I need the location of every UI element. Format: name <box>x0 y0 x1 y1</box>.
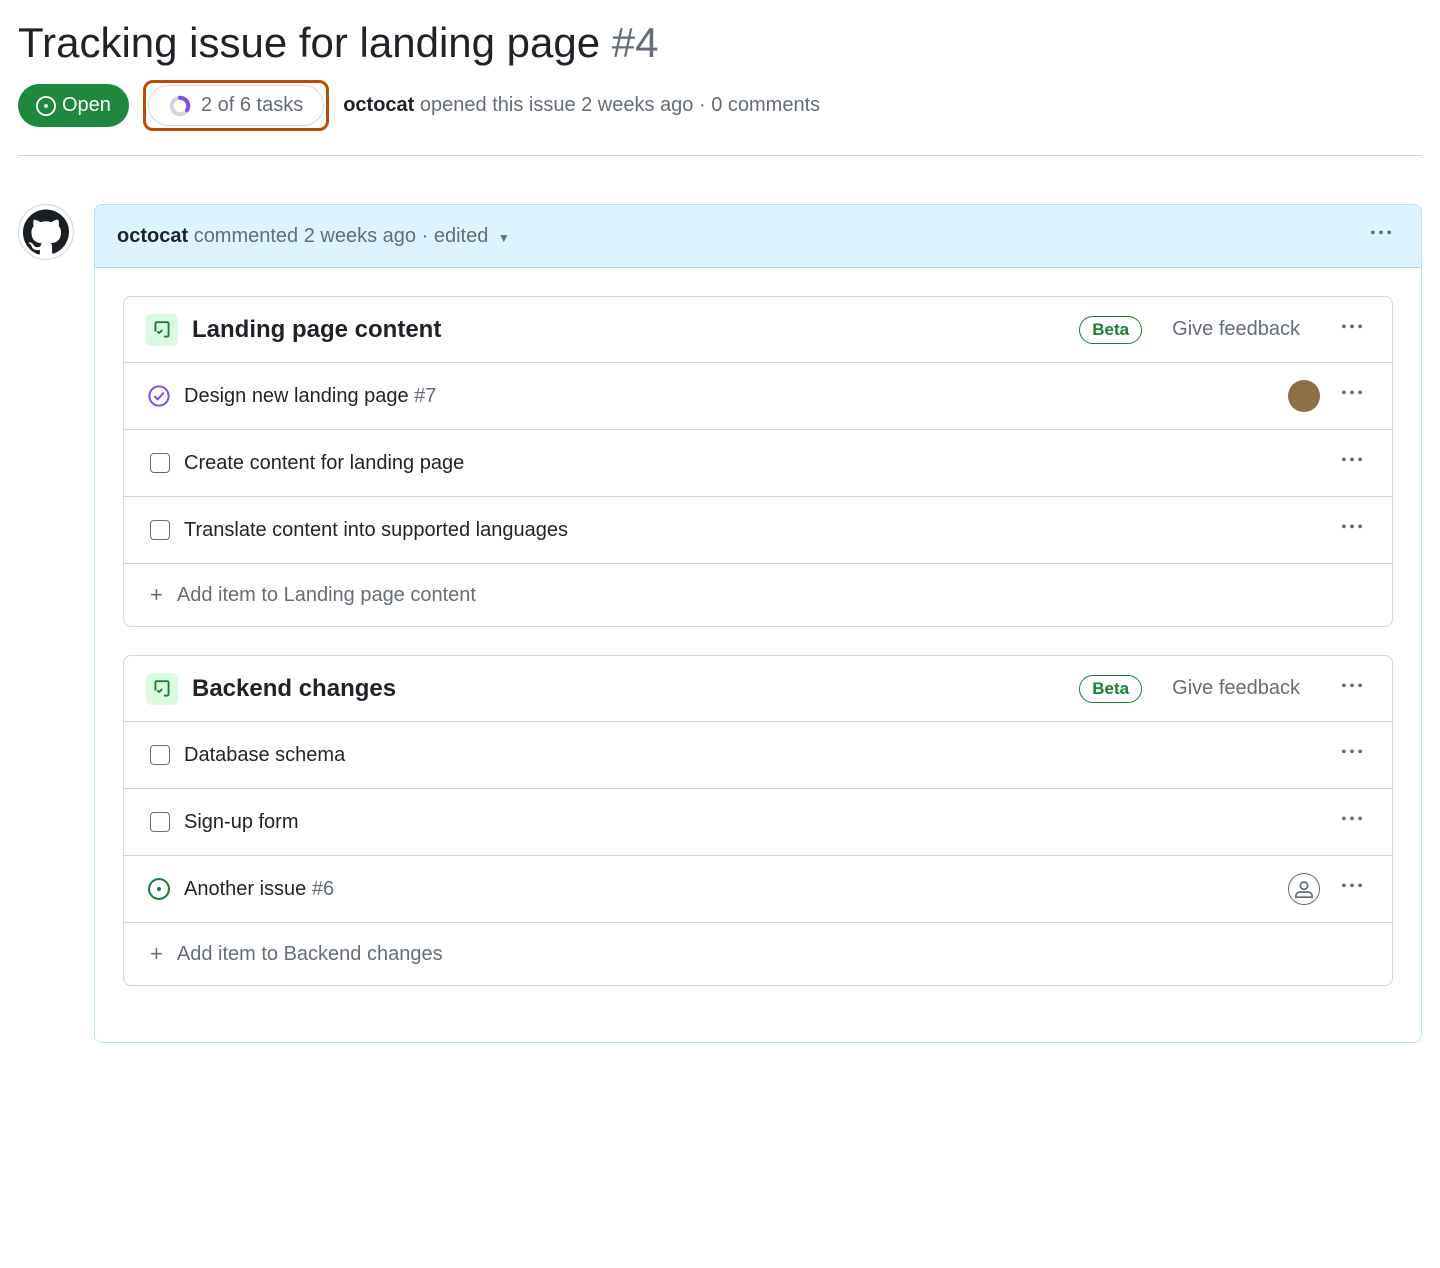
kebab-icon <box>1342 676 1362 696</box>
beta-badge: Beta <box>1079 675 1142 703</box>
tasklist-title: Landing page content <box>192 316 1065 344</box>
tasks-summary-text: 2 of 6 tasks <box>201 94 303 117</box>
tasklist-backend-changes: Backend changes Beta Give feedback Datab… <box>123 655 1393 986</box>
edited-dropdown-icon[interactable]: ▼ <box>498 231 510 245</box>
comment-header: octocat commented 2 weeks ago · edited ▼ <box>95 205 1421 268</box>
task-text: Sign-up form <box>184 811 1320 834</box>
opened-time: opened this issue 2 weeks ago <box>420 94 694 116</box>
issue-number: #4 <box>612 19 659 66</box>
task-menu-button[interactable] <box>1334 805 1370 839</box>
comment-author[interactable]: octocat <box>117 225 188 247</box>
status-label: Open <box>62 94 111 117</box>
issue-author[interactable]: octocat <box>343 94 414 116</box>
task-text: Design new landing page #7 <box>184 385 1274 408</box>
kebab-icon <box>1342 383 1362 403</box>
task-checkbox[interactable] <box>150 453 170 473</box>
task-checkbox[interactable] <box>150 812 170 832</box>
comment-container: octocat commented 2 weeks ago · edited ▼ <box>94 204 1422 1043</box>
task-row[interactable]: Translate content into supported languag… <box>124 496 1392 563</box>
header-divider <box>18 155 1422 156</box>
issue-meta-text: octocat opened this issue 2 weeks ago · … <box>343 94 820 117</box>
task-menu-button[interactable] <box>1334 379 1370 413</box>
issue-title-text: Tracking issue for landing page <box>18 19 600 66</box>
task-checkbox[interactable] <box>150 520 170 540</box>
comment-action: commented <box>194 225 299 247</box>
tasklist-icon <box>146 673 178 705</box>
issue-title: Tracking issue for landing page #4 <box>18 18 1422 68</box>
issue-open-icon <box>36 96 56 116</box>
unassigned-icon[interactable] <box>1288 873 1320 905</box>
add-item-label: Add item to Landing page content <box>177 584 476 607</box>
task-menu-button[interactable] <box>1334 738 1370 772</box>
progress-ring-icon <box>169 95 191 117</box>
status-badge: Open <box>18 84 129 127</box>
comments-count: 0 comments <box>711 94 820 116</box>
add-item-button[interactable]: + Add item to Landing page content <box>124 563 1392 626</box>
tasklist-title: Backend changes <box>192 675 1065 703</box>
task-checkbox[interactable] <box>150 745 170 765</box>
issue-ref[interactable]: #6 <box>312 878 334 900</box>
issue-closed-icon <box>148 385 170 407</box>
task-row[interactable]: Design new landing page #7 <box>124 362 1392 429</box>
kebab-icon <box>1371 223 1391 243</box>
kebab-icon <box>1342 742 1362 762</box>
task-text: Database schema <box>184 744 1320 767</box>
edited-label[interactable]: edited <box>434 225 489 247</box>
octocat-avatar-icon <box>23 209 69 255</box>
task-text: Translate content into supported languag… <box>184 519 1320 542</box>
plus-icon: + <box>150 941 163 967</box>
issue-ref[interactable]: #7 <box>414 385 436 407</box>
task-menu-button[interactable] <box>1334 872 1370 906</box>
task-row[interactable]: Database schema <box>124 721 1392 788</box>
kebab-icon <box>1342 876 1362 896</box>
person-icon <box>1295 880 1313 898</box>
give-feedback-link[interactable]: Give feedback <box>1172 318 1300 341</box>
tasks-highlight: 2 of 6 tasks <box>143 80 329 131</box>
add-item-button[interactable]: + Add item to Backend changes <box>124 922 1392 985</box>
task-menu-button[interactable] <box>1334 446 1370 480</box>
comment-time[interactable]: 2 weeks ago <box>304 225 416 247</box>
tasklist-menu-button[interactable] <box>1334 672 1370 705</box>
comment-menu-button[interactable] <box>1363 219 1399 253</box>
task-text: Another issue #6 <box>184 878 1274 901</box>
task-row[interactable]: Create content for landing page <box>124 429 1392 496</box>
tasklist-icon <box>146 314 178 346</box>
task-text: Create content for landing page <box>184 452 1320 475</box>
add-item-label: Add item to Backend changes <box>177 943 443 966</box>
assignee-avatar[interactable] <box>1288 380 1320 412</box>
kebab-icon <box>1342 450 1362 470</box>
tasklist-landing-page-content: Landing page content Beta Give feedback … <box>123 296 1393 627</box>
beta-badge: Beta <box>1079 316 1142 344</box>
give-feedback-link[interactable]: Give feedback <box>1172 677 1300 700</box>
tasklist-menu-button[interactable] <box>1334 313 1370 346</box>
kebab-icon <box>1342 317 1362 337</box>
kebab-icon <box>1342 809 1362 829</box>
task-row[interactable]: Another issue #6 <box>124 855 1392 922</box>
kebab-icon <box>1342 517 1362 537</box>
plus-icon: + <box>150 582 163 608</box>
task-menu-button[interactable] <box>1334 513 1370 547</box>
avatar[interactable] <box>18 204 74 260</box>
task-row[interactable]: Sign-up form <box>124 788 1392 855</box>
issue-open-icon <box>148 878 170 900</box>
tasks-progress-pill[interactable]: 2 of 6 tasks <box>148 85 324 126</box>
